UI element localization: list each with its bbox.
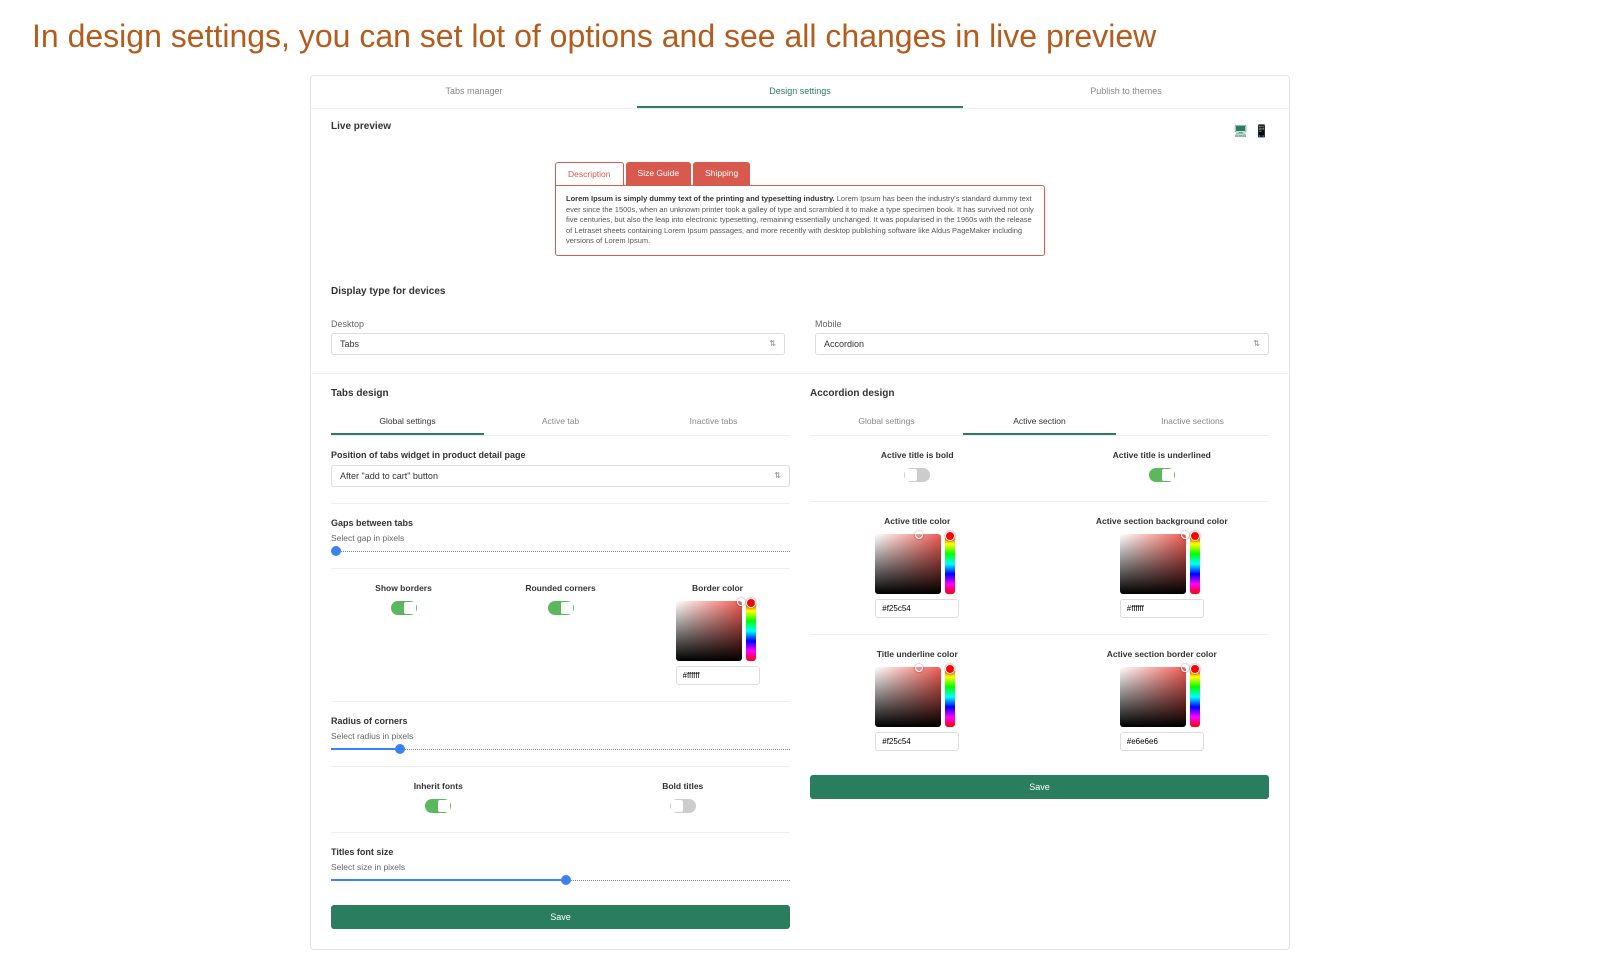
accordion-design-title: Accordion design — [810, 374, 1269, 409]
title-color-label: Active title color — [810, 516, 1025, 526]
bg-color-input[interactable] — [1120, 599, 1204, 618]
bg-color-label: Active section background color — [1055, 516, 1270, 526]
preview-tab-shipping[interactable]: Shipping — [693, 162, 750, 185]
radius-label: Select radius in pixels — [331, 731, 790, 741]
desktop-icon[interactable]: 🖥 — [1233, 124, 1248, 138]
tab-publish[interactable]: Publish to themes — [963, 76, 1289, 108]
desktop-label: Desktop — [331, 319, 785, 329]
title-color-input[interactable] — [875, 599, 959, 618]
mobile-select[interactable]: Accordion — [815, 333, 1269, 355]
border-color-input[interactable] — [676, 666, 760, 685]
title-color-picker[interactable] — [875, 534, 959, 594]
preview-content: Lorem Ipsum is simply dummy text of the … — [555, 185, 1045, 256]
active-bold-label: Active title is bold — [810, 450, 1025, 460]
desktop-select[interactable]: Tabs — [331, 333, 785, 355]
tabs-design-title: Tabs design — [331, 374, 790, 409]
underline-color-label: Title underline color — [810, 649, 1025, 659]
acc-subtab-inactive[interactable]: Inactive sections — [1116, 409, 1269, 435]
inherit-fonts-label: Inherit fonts — [331, 781, 546, 791]
section-border-color-picker[interactable] — [1120, 667, 1204, 727]
preview-tab-description[interactable]: Description — [555, 162, 624, 185]
display-type-title: Display type for devices — [331, 286, 1269, 297]
radius-title: Radius of corners — [331, 716, 790, 726]
section-border-color-label: Active section border color — [1055, 649, 1270, 659]
gaps-title: Gaps between tabs — [331, 518, 790, 528]
position-select[interactable]: After "add to cart" button — [331, 465, 790, 487]
section-border-color-input[interactable] — [1120, 732, 1204, 751]
preview-bold: Lorem Ipsum is simply dummy text of the … — [566, 194, 835, 203]
tab-tabs-manager[interactable]: Tabs manager — [311, 76, 637, 108]
tabs-save-button[interactable]: Save — [331, 905, 790, 929]
live-preview: Description Size Guide Shipping Lorem Ip… — [311, 152, 1289, 274]
show-borders-toggle[interactable] — [391, 601, 417, 615]
page-heading: In design settings, you can set lot of o… — [0, 0, 1600, 65]
bold-titles-label: Bold titles — [576, 781, 791, 791]
active-bold-toggle[interactable] — [904, 468, 930, 482]
inherit-fonts-toggle[interactable] — [425, 799, 451, 813]
active-underlined-label: Active title is underlined — [1055, 450, 1270, 460]
gaps-label: Select gap in pixels — [331, 533, 790, 543]
font-size-slider[interactable] — [331, 880, 790, 881]
underline-color-picker[interactable] — [875, 667, 959, 727]
mobile-icon[interactable]: 📱 — [1254, 124, 1269, 138]
tab-design-settings[interactable]: Design settings — [637, 76, 963, 108]
active-underlined-toggle[interactable] — [1149, 468, 1175, 482]
subtab-inactive-tabs[interactable]: Inactive tabs — [637, 409, 790, 435]
main-tabs: Tabs manager Design settings Publish to … — [311, 76, 1289, 109]
bold-titles-toggle[interactable] — [670, 799, 696, 813]
border-color-label: Border color — [645, 583, 790, 593]
rounded-label: Rounded corners — [488, 583, 633, 593]
acc-subtab-global[interactable]: Global settings — [810, 409, 963, 435]
radius-slider[interactable] — [331, 749, 790, 750]
underline-color-input[interactable] — [875, 732, 959, 751]
show-borders-label: Show borders — [331, 583, 476, 593]
font-size-label: Select size in pixels — [331, 862, 790, 872]
bg-color-picker[interactable] — [1120, 534, 1204, 594]
preview-tab-size-guide[interactable]: Size Guide — [626, 162, 692, 185]
acc-subtab-active[interactable]: Active section — [963, 409, 1116, 435]
live-preview-title: Live preview — [331, 121, 391, 132]
app-panel: Tabs manager Design settings Publish to … — [310, 75, 1290, 950]
rounded-toggle[interactable] — [548, 601, 574, 615]
subtab-active-tab[interactable]: Active tab — [484, 409, 637, 435]
font-size-title: Titles font size — [331, 847, 790, 857]
accordion-save-button[interactable]: Save — [810, 775, 1269, 799]
subtab-global[interactable]: Global settings — [331, 409, 484, 435]
border-color-picker[interactable] — [676, 601, 760, 661]
position-label: Position of tabs widget in product detai… — [331, 450, 790, 460]
mobile-label: Mobile — [815, 319, 1269, 329]
gaps-slider[interactable] — [331, 551, 790, 552]
